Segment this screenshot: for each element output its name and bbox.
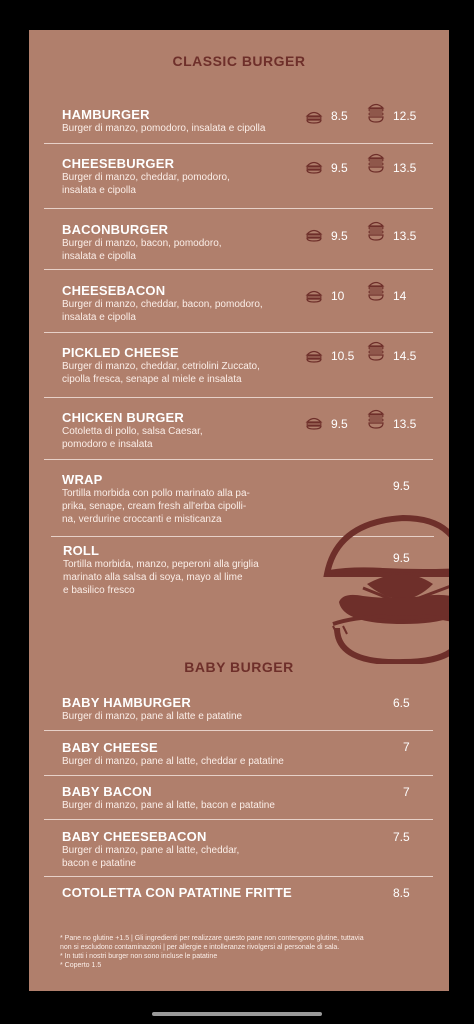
item-desc: insalata e cipolla — [62, 185, 136, 196]
item-desc: Burger di manzo, pomodoro, insalata e ci… — [62, 123, 266, 134]
double-burger-icon — [367, 409, 385, 429]
baby-burger-title: BABY BURGER — [184, 659, 294, 675]
menu-item-baby-hamburger: BABY HAMBURGER Burger di manzo, pane al … — [62, 695, 242, 723]
item-desc: Cotoletta di pollo, salsa Caesar, — [62, 426, 203, 437]
single-burger-icon — [305, 290, 323, 303]
price-double: 14.5 — [393, 349, 417, 363]
price-double: 13.5 — [393, 417, 417, 431]
menu-item-baby-bacon: BABY BACON Burger di manzo, pane al latt… — [62, 784, 275, 812]
price-single: 8.5 — [331, 109, 348, 123]
item-desc: marinato alla salsa di soya, mayo al lim… — [63, 572, 243, 583]
single-burger-icon — [305, 417, 323, 430]
item-name: BACONBURGER — [62, 222, 169, 237]
menu-item-pickled-cheese: PICKLED CHEESE Burger di manzo, cheddar,… — [62, 345, 260, 386]
double-burger-icon — [367, 221, 385, 241]
single-burger-icon — [305, 161, 323, 174]
item-name: BABY CHEESE — [62, 740, 158, 755]
item-desc: prika, senape, cream fresh all'erba cipo… — [62, 501, 247, 512]
menu-item-roll: ROLL Tortilla morbida, manzo, peperoni a… — [63, 543, 259, 597]
burger-illustration — [323, 514, 449, 664]
double-burger-icon — [367, 103, 385, 123]
divider — [44, 459, 433, 460]
divider — [44, 143, 433, 144]
item-desc: e basilico fresco — [63, 585, 135, 596]
item-name: CHICKEN BURGER — [62, 410, 184, 425]
divider — [44, 397, 433, 398]
menu-item-baby-cheesebacon: BABY CHEESEBACON Burger di manzo, pane a… — [62, 829, 239, 870]
item-desc: Burger di manzo, bacon, pomodoro, — [62, 238, 222, 249]
footnotes: * Pane no glutine +1.5 | Gli ingredienti… — [60, 934, 430, 970]
single-burger-icon — [305, 111, 323, 124]
menu-item-cheeseburger: CHEESEBURGER Burger di manzo, cheddar, p… — [62, 156, 230, 197]
item-name: CHEESEBACON — [62, 283, 166, 298]
price-single: 9.5 — [331, 417, 348, 431]
price-double: 14 — [393, 289, 407, 303]
divider — [44, 819, 433, 820]
price-single: 9.5 — [331, 229, 348, 243]
price-single: 9.5 — [331, 161, 348, 175]
menu-item-cheesebacon: CHEESEBACON Burger di manzo, cheddar, ba… — [62, 283, 263, 324]
item-name: ROLL — [63, 543, 100, 558]
menu-item-cotoletta: COTOLETTA CON PATATINE FRITTE — [62, 885, 292, 900]
item-desc: pomodoro e insalata — [62, 439, 153, 450]
double-burger-icon — [367, 153, 385, 173]
double-burger-icon — [367, 341, 385, 361]
price: 7 — [403, 740, 410, 754]
item-desc: Burger di manzo, pane al latte, cheddar … — [62, 756, 284, 767]
item-desc: bacon e patatine — [62, 858, 136, 869]
item-desc: na, verdurine croccanti e misticanza — [62, 514, 222, 525]
single-burger-icon — [305, 350, 323, 363]
item-desc: Tortilla morbida con pollo marinato alla… — [62, 488, 250, 499]
divider — [44, 208, 433, 209]
double-burger-icon — [367, 281, 385, 301]
item-name: WRAP — [62, 472, 103, 487]
footnote-line: * In tutti i nostri burger non sono incl… — [60, 953, 218, 960]
item-name: BABY HAMBURGER — [62, 695, 191, 710]
divider — [44, 876, 433, 877]
footnote-line: non si escludono contaminazioni | per al… — [60, 944, 340, 951]
item-name: HAMBURGER — [62, 107, 150, 122]
item-desc: Burger di manzo, cheddar, bacon, pomodor… — [62, 299, 263, 310]
item-name: BABY BACON — [62, 784, 152, 799]
item-desc: Burger di manzo, pane al latte, cheddar, — [62, 845, 240, 856]
menu-item-wrap: WRAP Tortilla morbida con pollo marinato… — [62, 472, 250, 526]
price: 8.5 — [393, 886, 410, 900]
price-single: 10.5 — [331, 349, 355, 363]
item-name: CHEESEBURGER — [62, 156, 175, 171]
item-name: BABY CHEESEBACON — [62, 829, 207, 844]
item-desc: insalata e cipolla — [62, 251, 136, 262]
single-burger-icon — [305, 229, 323, 242]
footnote-line: * Pane no glutine +1.5 | Gli ingredienti… — [60, 935, 364, 942]
price: 7.5 — [393, 830, 410, 844]
price: 9.5 — [393, 551, 410, 565]
price-double: 13.5 — [393, 161, 417, 175]
price-single: 10 — [331, 289, 345, 303]
price: 9.5 — [393, 479, 410, 493]
price: 6.5 — [393, 696, 410, 710]
price: 7 — [403, 785, 410, 799]
footnote-line: * Coperto 1.5 — [60, 962, 102, 969]
item-desc: Burger di manzo, cheddar, pomodoro, — [62, 172, 230, 183]
item-desc: insalata e cipolla — [62, 312, 136, 323]
menu-page: CLASSIC BURGER HAMBURGER Burger di manzo… — [29, 30, 449, 991]
divider — [44, 269, 433, 270]
item-desc: Burger di manzo, cheddar, cetriolini Zuc… — [62, 361, 260, 372]
menu-item-hamburger: HAMBURGER Burger di manzo, pomodoro, ins… — [62, 107, 265, 135]
home-indicator[interactable] — [152, 1012, 322, 1016]
menu-item-baby-cheese: BABY CHEESE Burger di manzo, pane al lat… — [62, 740, 284, 768]
divider — [44, 730, 433, 731]
divider — [44, 332, 433, 333]
divider — [44, 775, 433, 776]
item-name: PICKLED CHEESE — [62, 345, 179, 360]
item-desc: Tortilla morbida, manzo, peperoni alla g… — [63, 559, 259, 570]
item-desc: Burger di manzo, pane al latte, bacon e … — [62, 800, 275, 811]
price-double: 12.5 — [393, 109, 417, 123]
price-double: 13.5 — [393, 229, 417, 243]
item-desc: Burger di manzo, pane al latte e patatin… — [62, 711, 243, 722]
menu-item-baconburger: BACONBURGER Burger di manzo, bacon, pomo… — [62, 222, 222, 263]
menu-item-chicken-burger: CHICKEN BURGER Cotoletta di pollo, salsa… — [62, 410, 203, 451]
classic-burger-title: CLASSIC BURGER — [172, 53, 306, 69]
item-desc: cipolla fresca, senape al miele e insala… — [62, 374, 242, 385]
item-name: COTOLETTA CON PATATINE FRITTE — [62, 885, 292, 900]
